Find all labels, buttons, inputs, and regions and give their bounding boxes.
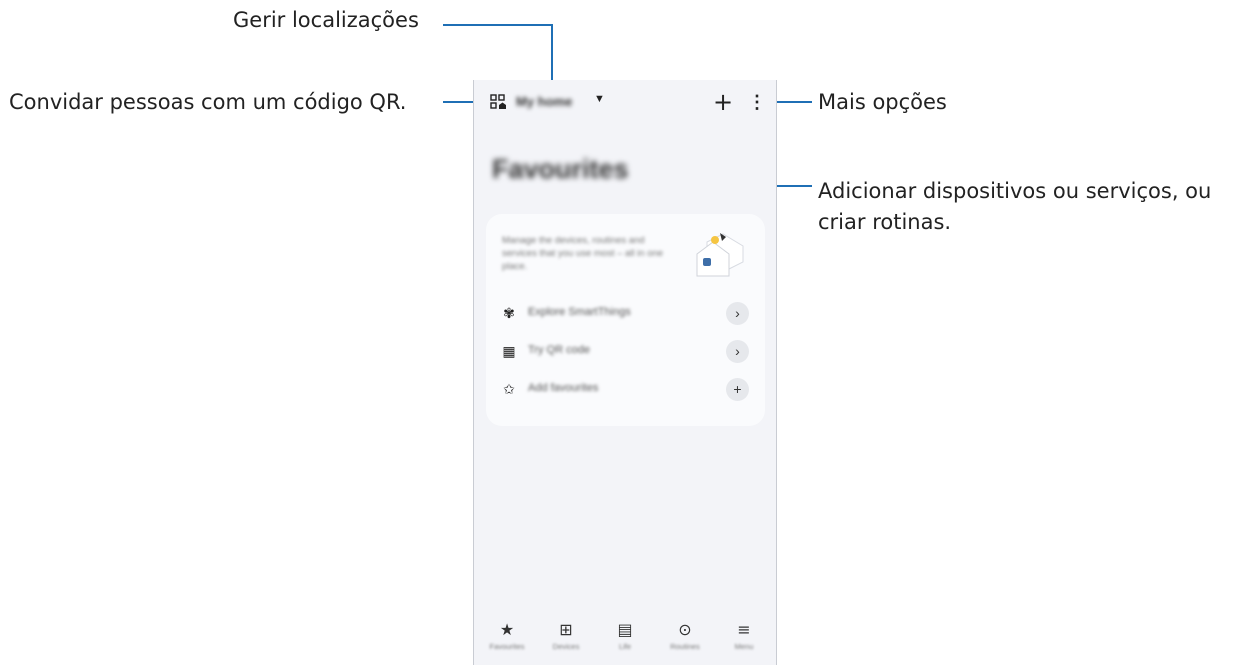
nav-label: Routines (670, 642, 700, 651)
card-row-add-favourites[interactable]: ✩ Add favourites + (486, 374, 765, 404)
location-selector[interactable]: My home (516, 94, 572, 109)
nav-label: Favourites (489, 642, 525, 651)
chevron-right-icon[interactable]: › (726, 302, 749, 325)
devices-icon: ⊞ (559, 620, 573, 639)
more-options-button[interactable]: ⋮ (748, 91, 766, 113)
callout-add-devices-line1: Adicionar dispositivos ou serviços, ou (818, 179, 1212, 203)
phone-screen: My home ▼ + ⋮ Favourites Manage the devi… (473, 80, 777, 665)
app-header: My home ▼ + ⋮ (474, 88, 776, 118)
card-description: Manage the devices, routines and service… (502, 235, 664, 272)
add-circle-icon[interactable]: + (726, 378, 749, 401)
nav-label: Life (618, 642, 632, 651)
card-row-qr[interactable]: ▦ Try QR code › (486, 336, 765, 366)
page-title: Favourites (492, 154, 629, 184)
explore-icon: ✾ (503, 305, 515, 321)
home-illustration-icon (693, 228, 751, 286)
star-outline-icon: ✩ (503, 381, 515, 397)
row-label: Explore SmartThings (528, 306, 631, 318)
leader-manage-locations-horizontal (443, 24, 553, 26)
routines-icon: ⊙ (678, 620, 692, 639)
card-row-explore[interactable]: ✾ Explore SmartThings › (486, 298, 765, 328)
qr-code-icon: ▦ (502, 343, 516, 359)
nav-label: Menu (734, 642, 754, 651)
callout-more-options: Mais opções (818, 90, 947, 114)
menu-icon: ≡ (737, 620, 751, 639)
favourites-card: Manage the devices, routines and service… (486, 214, 765, 426)
row-label: Try QR code (528, 344, 590, 356)
callout-add-devices-line2: criar rotinas. (818, 210, 952, 234)
nav-label: Devices (552, 642, 580, 651)
row-label: Add favourites (528, 382, 599, 394)
nav-routines[interactable]: ⊙ Routines (660, 620, 710, 651)
chevron-right-icon[interactable]: › (726, 340, 749, 363)
star-icon: ★ (499, 620, 515, 639)
add-button[interactable]: + (713, 88, 733, 116)
life-icon: ▤ (617, 620, 633, 639)
caret-down-icon[interactable]: ▼ (594, 93, 605, 105)
bottom-navigation: ★ Favourites ⊞ Devices ▤ Life ⊙ Routines… (474, 620, 776, 665)
nav-devices[interactable]: ⊞ Devices (541, 620, 591, 651)
nav-favourites[interactable]: ★ Favourites (482, 620, 532, 651)
callout-manage-locations: Gerir localizações (233, 8, 419, 32)
nav-menu[interactable]: ≡ Menu (719, 620, 769, 651)
nav-life[interactable]: ▤ Life (600, 620, 650, 651)
callout-invite-qr: Convidar pessoas com um código QR. (9, 90, 407, 114)
qr-code-home-icon[interactable] (490, 94, 508, 112)
